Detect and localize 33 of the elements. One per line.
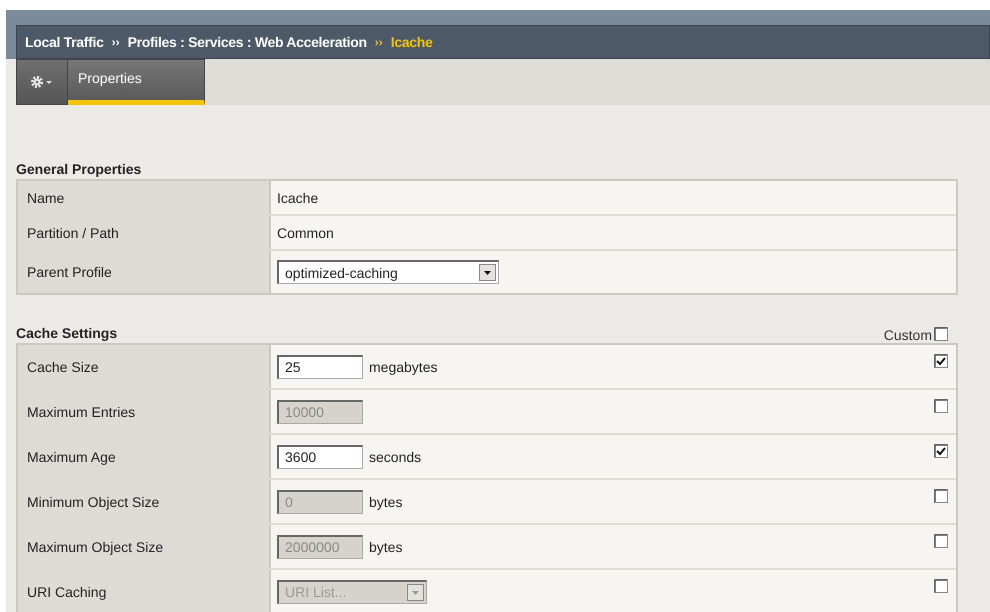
row-label: Partition / Path — [18, 216, 271, 249]
row-label: Name — [18, 181, 271, 214]
input-field[interactable]: 3600 — [277, 444, 363, 468]
row-label: Maximum Object Size — [18, 525, 271, 568]
field-value: Common — [277, 224, 334, 240]
row-label: Maximum Age — [18, 435, 271, 478]
section-title: Cache Settings — [16, 324, 118, 343]
checkbox[interactable] — [934, 354, 948, 368]
row-label: Minimum Object Size — [18, 480, 271, 523]
caret-icon — [46, 81, 52, 84]
checkbox[interactable] — [934, 444, 948, 458]
breadcrumb-separator: ›› — [374, 35, 383, 49]
row-label: Cache Size — [18, 345, 271, 388]
settings-menu-button[interactable] — [16, 59, 68, 105]
unit-label: bytes — [369, 538, 402, 554]
unit-label: bytes — [369, 494, 402, 510]
unit-label: seconds — [369, 448, 422, 464]
field-value: Icache — [277, 190, 318, 206]
row-label: URI Caching — [18, 570, 271, 612]
unit-label: megabytes — [369, 358, 438, 374]
dropdown[interactable]: optimized-caching — [277, 260, 499, 284]
row-label: Maximum Entries — [18, 390, 271, 433]
tab[interactable]: Properties — [68, 59, 205, 105]
checkbox[interactable] — [934, 327, 948, 341]
section-title: General Properties — [16, 160, 142, 179]
breadcrumb-separator: ›› — [112, 35, 120, 49]
breadcrumb-item[interactable]: Profiles : Services : Web Acceleration — [128, 34, 367, 50]
row-label: Parent Profile — [18, 251, 271, 293]
custom-label: Custom — [884, 327, 932, 343]
input-field[interactable]: 25 — [277, 354, 363, 378]
settings-icon — [31, 76, 43, 88]
breadcrumb-item: Icache — [390, 34, 433, 50]
breadcrumb-item[interactable]: Local Traffic — [25, 34, 104, 50]
